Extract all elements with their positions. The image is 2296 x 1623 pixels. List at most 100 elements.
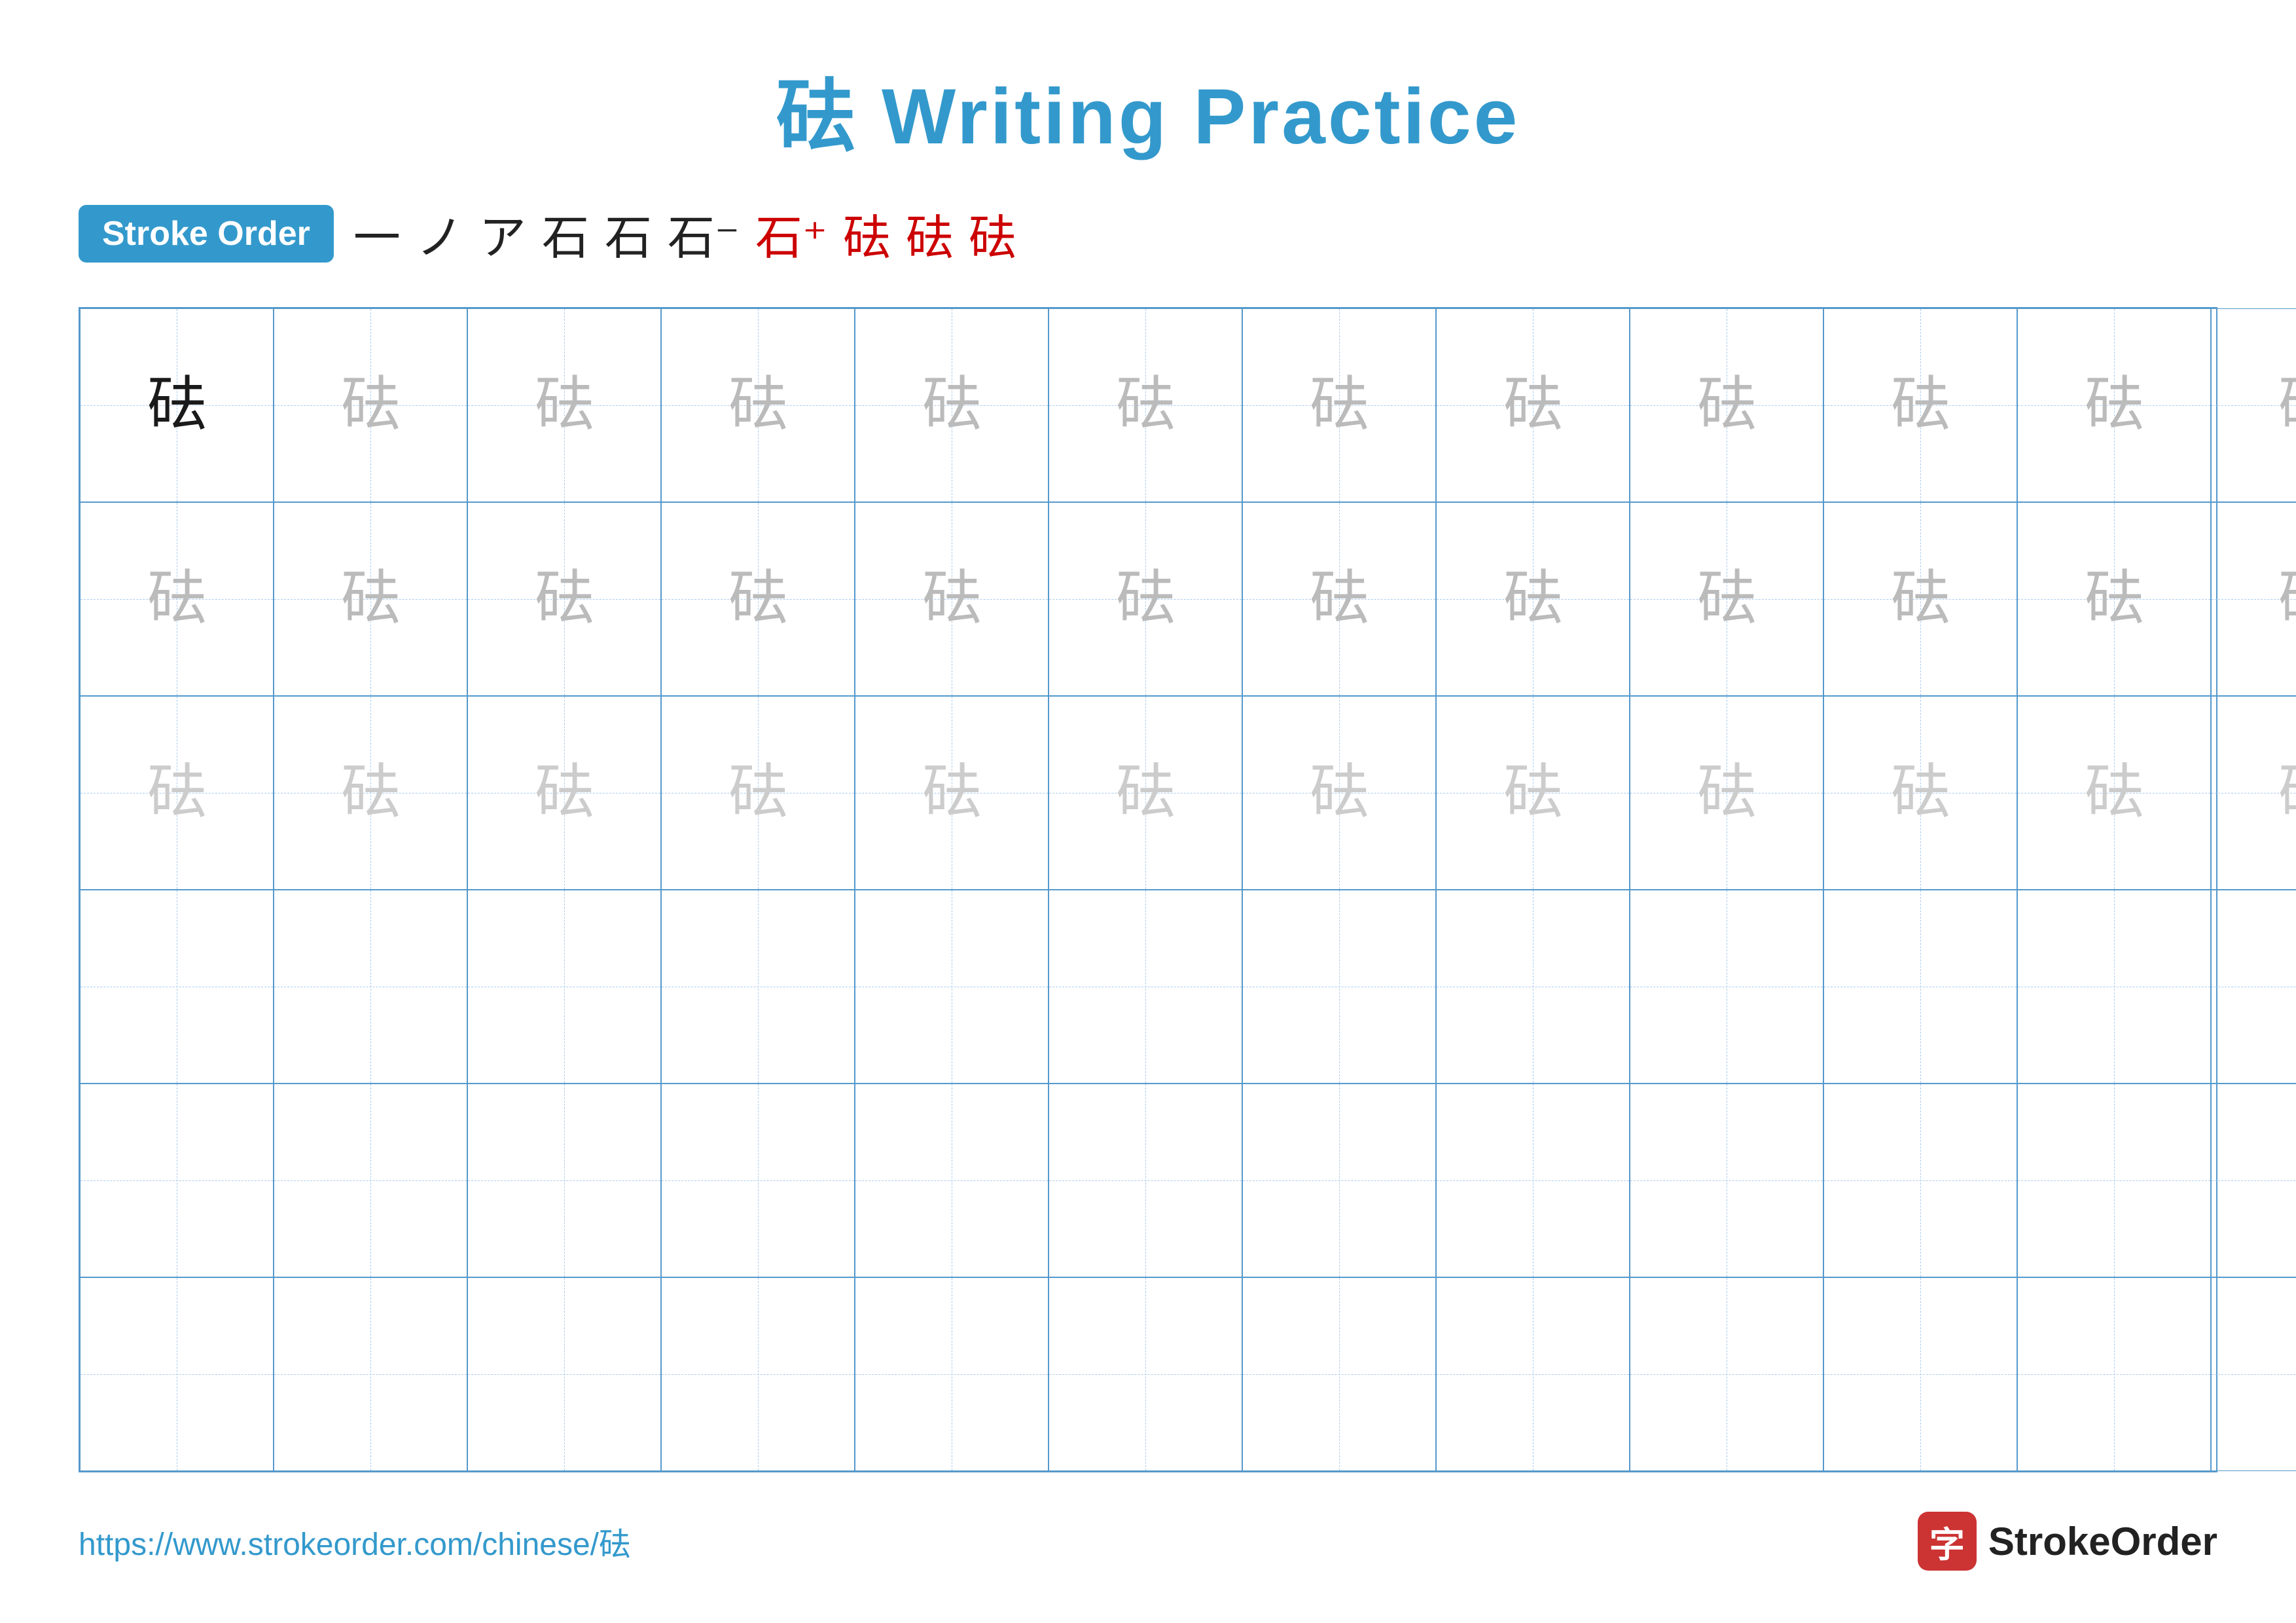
cell-char: 砝	[1116, 570, 1175, 629]
grid-cell[interactable]	[2017, 1084, 2211, 1277]
grid-cell[interactable]: 砝	[1630, 502, 1823, 696]
cell-char: 砝	[341, 570, 400, 629]
grid-cell[interactable]	[2211, 1277, 2296, 1471]
stroke-order-row: Stroke Order 一 ノ ア 石 石 石⁻ 石⁺ 砝 砝 砝	[79, 199, 2217, 268]
cell-char: 砝	[1891, 570, 1950, 629]
cell-char: 砝	[147, 763, 206, 822]
grid-cell[interactable]	[1049, 1084, 1242, 1277]
grid-cell[interactable]	[1823, 890, 2017, 1084]
grid-cell[interactable]	[1436, 890, 1630, 1084]
grid-cell[interactable]	[855, 1277, 1049, 1471]
grid-cell[interactable]	[1049, 1277, 1242, 1471]
grid-cell[interactable]: 砝	[661, 502, 855, 696]
grid-cell[interactable]	[855, 1084, 1049, 1277]
cell-char: 砝	[535, 763, 594, 822]
grid-cell[interactable]	[1242, 1084, 1436, 1277]
cell-char: 砝	[1310, 570, 1369, 629]
grid-cell[interactable]: 砝	[1823, 696, 2017, 890]
cell-char: 砝	[535, 570, 594, 629]
grid-cell[interactable]	[1436, 1277, 1630, 1471]
grid-cell[interactable]: 砝	[80, 696, 274, 890]
cell-char: 砝	[728, 376, 787, 435]
grid-cell[interactable]: 砝	[1049, 696, 1242, 890]
grid-cell[interactable]	[661, 890, 855, 1084]
grid-cell[interactable]: 砝	[1823, 502, 2017, 696]
grid-cell[interactable]	[2017, 890, 2211, 1084]
cell-char: 砝	[341, 763, 400, 822]
grid-cell[interactable]	[661, 1277, 855, 1471]
grid-cell[interactable]: 砝	[80, 502, 274, 696]
grid-cell[interactable]: 砝	[274, 696, 467, 890]
grid-cell[interactable]	[1630, 1084, 1823, 1277]
practice-grid: 砝砝砝砝砝砝砝砝砝砝砝砝砝砝砝砝砝砝砝砝砝砝砝砝砝砝砝砝砝砝砝砝砝砝砝砝砝砝砝	[79, 307, 2217, 1472]
grid-cell[interactable]: 砝	[1436, 502, 1630, 696]
grid-cell[interactable]	[1242, 890, 1436, 1084]
grid-cell[interactable]: 砝	[1436, 696, 1630, 890]
cell-char: 砝	[1503, 570, 1562, 629]
grid-cell[interactable]: 砝	[1242, 502, 1436, 696]
grid-cell[interactable]: 砝	[80, 308, 274, 502]
grid-cell[interactable]	[1823, 1084, 2017, 1277]
grid-cell[interactable]	[1630, 890, 1823, 1084]
grid-cell[interactable]	[2017, 1277, 2211, 1471]
cell-char: 砝	[341, 376, 400, 435]
cell-char: 砝	[1116, 763, 1175, 822]
grid-cell[interactable]: 砝	[1242, 308, 1436, 502]
grid-cell[interactable]	[80, 1084, 274, 1277]
grid-cell[interactable]: 砝	[2017, 308, 2211, 502]
grid-cell[interactable]	[274, 1084, 467, 1277]
grid-cell[interactable]: 砝	[661, 308, 855, 502]
grid-cell[interactable]	[274, 1277, 467, 1471]
grid-cell[interactable]: 砝	[1049, 502, 1242, 696]
footer-url[interactable]: https://www.strokeorder.com/chinese/砝	[79, 1518, 630, 1564]
cell-char: 砝	[728, 570, 787, 629]
stroke-8: 砝	[843, 199, 890, 268]
grid-cell[interactable]: 砝	[661, 696, 855, 890]
grid-cell[interactable]	[80, 1277, 274, 1471]
grid-cell[interactable]: 砝	[1242, 696, 1436, 890]
cell-char: 砝	[1503, 376, 1562, 435]
grid-cell[interactable]	[1436, 1084, 1630, 1277]
cell-char: 砝	[922, 570, 981, 629]
cell-char: 砝	[1891, 376, 1950, 435]
grid-cell[interactable]	[2211, 890, 2296, 1084]
grid-cell[interactable]: 砝	[467, 502, 661, 696]
grid-cell[interactable]: 砝	[1049, 308, 1242, 502]
grid-cell[interactable]	[855, 890, 1049, 1084]
grid-cell[interactable]	[1823, 1277, 2017, 1471]
cell-char: 砝	[2085, 376, 2144, 435]
grid-cell[interactable]: 砝	[855, 696, 1049, 890]
grid-cell[interactable]	[2211, 1084, 2296, 1277]
grid-cell[interactable]: 砝	[274, 502, 467, 696]
grid-cell[interactable]: 砝	[1436, 308, 1630, 502]
grid-cell[interactable]: 砝	[855, 502, 1049, 696]
grid-cell[interactable]	[274, 890, 467, 1084]
grid-cell[interactable]: 砝	[2211, 696, 2296, 890]
grid-cell[interactable]: 砝	[1823, 308, 2017, 502]
grid-cell[interactable]: 砝	[2017, 696, 2211, 890]
grid-cell[interactable]: 砝	[1630, 308, 1823, 502]
grid-cell[interactable]: 砝	[855, 308, 1049, 502]
grid-cell[interactable]: 砝	[2211, 308, 2296, 502]
logo-icon: 字	[1918, 1512, 1977, 1571]
grid-cell[interactable]: 砝	[274, 308, 467, 502]
grid-cell[interactable]	[467, 1084, 661, 1277]
page: 砝 Writing Practice Stroke Order 一 ノ ア 石 …	[0, 0, 2296, 1623]
grid-cell[interactable]	[467, 1277, 661, 1471]
logo-char: 字	[1929, 1516, 1965, 1567]
grid-cell[interactable]	[80, 890, 274, 1084]
grid-cell[interactable]	[1630, 1277, 1823, 1471]
grid-cell[interactable]	[1242, 1277, 1436, 1471]
stroke-order-badge: Stroke Order	[79, 205, 334, 263]
grid-cell[interactable]	[661, 1084, 855, 1277]
grid-cell[interactable]: 砝	[467, 696, 661, 890]
stroke-7: 石⁺	[755, 199, 827, 268]
grid-cell[interactable]: 砝	[1630, 696, 1823, 890]
grid-cell[interactable]: 砝	[2017, 502, 2211, 696]
grid-cell[interactable]	[467, 890, 661, 1084]
cell-char: 砝	[1310, 763, 1369, 822]
grid-cell[interactable]: 砝	[2211, 502, 2296, 696]
cell-char: 砝	[535, 376, 594, 435]
grid-cell[interactable]	[1049, 890, 1242, 1084]
grid-cell[interactable]: 砝	[467, 308, 661, 502]
